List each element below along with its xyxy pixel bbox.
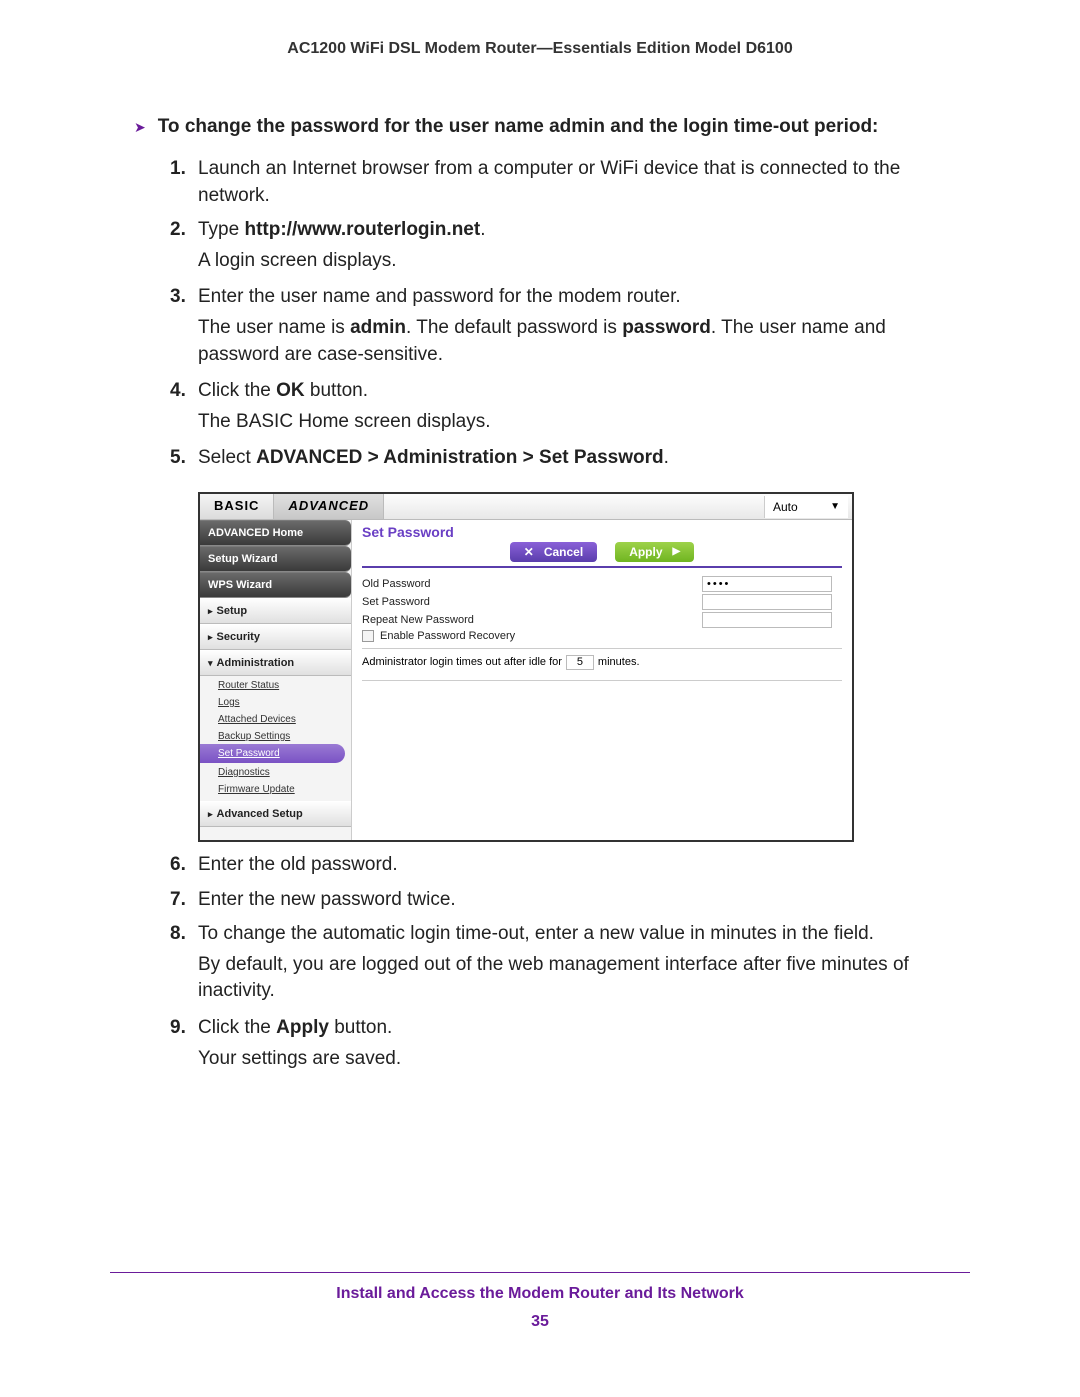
step-4: 4. Click the OK button. The BASIC Home s… <box>170 378 930 435</box>
step-3-text: Enter the user name and password for the… <box>198 286 681 307</box>
panel-title: Set Password <box>362 524 842 540</box>
set-password-label: Set Password <box>362 596 702 608</box>
sidebar-administration[interactable]: ▾Administration <box>200 650 351 676</box>
step-7: 7.Enter the new password twice. <box>170 887 930 914</box>
lead-heading: To change the password for the user name… <box>158 116 879 138</box>
language-value: Auto <box>773 500 798 514</box>
sidebar-sub-logs[interactable]: Logs <box>200 693 351 710</box>
step-1: 1. Launch an Internet browser from a com… <box>170 156 930 209</box>
step-2-text-prefix: Type <box>198 219 244 240</box>
step-9: 9. Click the Apply button. Your settings… <box>170 1015 930 1072</box>
step-2-result: A login screen displays. <box>198 248 930 275</box>
sidebar-security[interactable]: ▸Security <box>200 624 351 650</box>
sidebar-advanced-home[interactable]: ADVANCED Home <box>200 520 351 546</box>
sidebar-setup-wizard[interactable]: Setup Wizard <box>200 546 351 572</box>
step-3: 3. Enter the user name and password for … <box>170 284 930 368</box>
step-8: 8.To change the automatic login time-out… <box>170 921 930 1005</box>
timeout-label-a: Administrator login times out after idle… <box>362 656 562 668</box>
step-5: 5. Select ADVANCED > Administration > Se… <box>170 445 930 472</box>
footer-divider <box>110 1272 970 1273</box>
sidebar-setup[interactable]: ▸Setup <box>200 598 351 624</box>
old-password-input[interactable] <box>702 576 832 592</box>
repeat-password-label: Repeat New Password <box>362 614 702 626</box>
footer-chapter: Install and Access the Modem Router and … <box>110 1285 970 1303</box>
step-8-note: By default, you are logged out of the we… <box>198 952 930 1005</box>
step-6: 6.Enter the old password. <box>170 852 930 879</box>
main-panel: Set Password ✕ Cancel Apply ▶ Old Passwo… <box>352 520 852 840</box>
sidebar-sub-backup-settings[interactable]: Backup Settings <box>200 727 351 744</box>
document-header: AC1200 WiFi DSL Modem Router—Essentials … <box>110 40 970 58</box>
sidebar-sub-attached-devices[interactable]: Attached Devices <box>200 710 351 727</box>
enable-recovery-label: Enable Password Recovery <box>380 630 515 642</box>
router-ui-screenshot: BASIC ADVANCED Auto ▼ ADVANCED Home Setu… <box>198 492 854 842</box>
step-2-text-suffix: . <box>480 219 485 240</box>
step-2-url: http://www.routerlogin.net <box>244 219 480 240</box>
sidebar-sub-router-status[interactable]: Router Status <box>200 676 351 693</box>
sidebar-advanced-setup[interactable]: ▸Advanced Setup <box>200 801 351 827</box>
apply-button[interactable]: Apply ▶ <box>615 542 694 562</box>
step-4-result: The BASIC Home screen displays. <box>198 409 930 436</box>
repeat-password-input[interactable] <box>702 612 832 628</box>
sidebar-sub-diagnostics[interactable]: Diagnostics <box>200 763 351 780</box>
arrow-right-icon: ▶ <box>673 546 681 557</box>
step-9-result: Your settings are saved. <box>198 1046 930 1073</box>
footer-page-number: 35 <box>110 1313 970 1331</box>
enable-recovery-checkbox[interactable] <box>362 630 374 642</box>
timeout-input[interactable] <box>566 655 594 670</box>
step-3-note: The user name is admin. The default pass… <box>198 315 930 368</box>
sidebar: ADVANCED Home Setup Wizard WPS Wizard ▸S… <box>200 520 352 840</box>
chevron-down-icon: ▼ <box>830 501 840 512</box>
chevron-right-icon: ➤ <box>134 119 146 136</box>
tab-advanced[interactable]: ADVANCED <box>274 494 384 519</box>
tab-basic[interactable]: BASIC <box>200 494 274 519</box>
sidebar-sub-firmware-update[interactable]: Firmware Update <box>200 780 351 797</box>
close-icon: ✕ <box>524 545 534 559</box>
language-select[interactable]: Auto ▼ <box>764 496 848 518</box>
old-password-label: Old Password <box>362 578 702 590</box>
step-1-text: Launch an Internet browser from a comput… <box>198 158 900 206</box>
sidebar-sub-set-password[interactable]: Set Password <box>200 744 345 763</box>
step-2: 2. Type http://www.routerlogin.net. A lo… <box>170 217 930 274</box>
sidebar-wps-wizard[interactable]: WPS Wizard <box>200 572 351 598</box>
set-password-input[interactable] <box>702 594 832 610</box>
timeout-label-b: minutes. <box>598 656 640 668</box>
cancel-button[interactable]: ✕ Cancel <box>510 542 597 562</box>
